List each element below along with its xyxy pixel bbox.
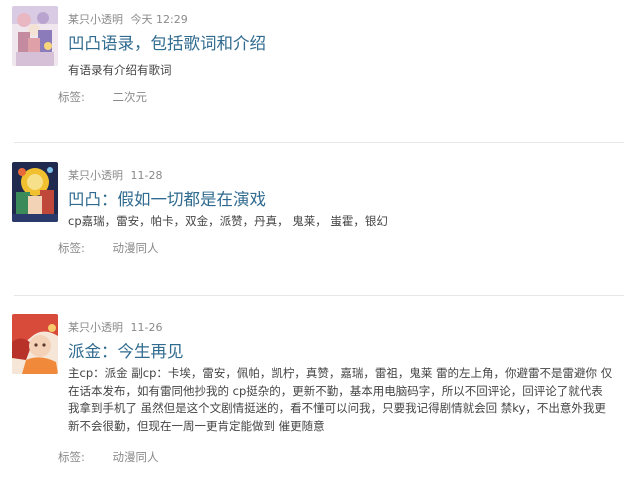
story-tags: 标签: 动漫同人 — [58, 240, 159, 256]
story-feed: 某只小透明 今天 12:29 凹凸语录，包括歌词和介绍 有语录有介绍有歌词 标签… — [0, 0, 640, 481]
story-summary: 有语录有介绍有歌词 — [68, 63, 172, 77]
post-time: 今天 12:29 — [130, 13, 188, 26]
story-summary: 主cp：派金 副cp：卡埃，雷安，佩帕，凯柠，真赞，嘉瑞，雷祖，鬼莱 雷的左上角… — [68, 366, 613, 433]
story-meta: 某只小透明 今天 12:29 — [68, 11, 188, 27]
story-tags: 标签: 动漫同人 — [58, 449, 159, 465]
tag-label: 标签: — [58, 90, 85, 104]
story-cover-image[interactable] — [12, 6, 58, 66]
post-time: 11-26 — [130, 321, 163, 334]
story-title[interactable]: 凹凸语录，包括歌词和介绍 — [68, 30, 266, 54]
story-cover-image[interactable] — [12, 314, 58, 374]
tag-link[interactable]: 二次元 — [113, 90, 148, 104]
divider — [14, 142, 624, 143]
divider — [14, 295, 624, 296]
story-title[interactable]: 凹凸：假如一切都是在演戏 — [68, 186, 266, 210]
story-title[interactable]: 派金：今生再见 — [68, 338, 184, 362]
tag-link[interactable]: 动漫同人 — [113, 450, 159, 464]
tag-label: 标签: — [58, 241, 85, 255]
story-cover-image[interactable] — [12, 162, 58, 222]
tag-label: 标签: — [58, 450, 85, 464]
story-tags: 标签: 二次元 — [58, 89, 147, 105]
author-name[interactable]: 某只小透明 — [68, 13, 123, 26]
author-name[interactable]: 某只小透明 — [68, 321, 123, 334]
story-meta: 某只小透明 11-28 — [68, 167, 162, 183]
story-summary: cp嘉瑞，雷安，帕卡，双金，派赞，丹真， 鬼莱， 蚩霍，银幻 — [68, 214, 388, 228]
post-time: 11-28 — [130, 169, 163, 182]
author-name[interactable]: 某只小透明 — [68, 169, 123, 182]
story-meta: 某只小透明 11-26 — [68, 319, 162, 335]
tag-link[interactable]: 动漫同人 — [113, 241, 159, 255]
